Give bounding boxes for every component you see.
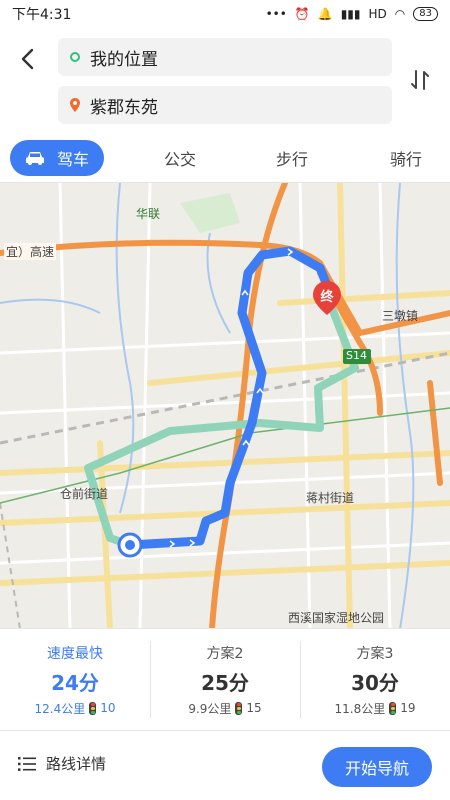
traffic-light-icon (235, 701, 243, 715)
plan-distance: 11.8公里 (334, 701, 386, 716)
origin-text: 我的位置 (90, 49, 158, 70)
plan-meta: 11.8公里 19 (334, 700, 415, 717)
plan-lights: 10 (100, 701, 116, 715)
status-icons: ••• ⏰ 🔔 ▮▮▮ HD ◠ 83 (266, 7, 438, 21)
swap-arrows-icon (411, 70, 429, 90)
signal-icon: ▮▮▮ (340, 7, 361, 21)
traffic-light-icon (389, 701, 397, 715)
alarm-icon: ⏰ (294, 7, 310, 21)
origin-field[interactable]: 我的位置 (58, 38, 392, 76)
plan-distance: 12.4公里 (34, 701, 86, 716)
plan-name: 速度最快 (47, 645, 103, 662)
plan-lights: 19 (400, 701, 416, 715)
end-marker[interactable]: 终 (313, 281, 341, 315)
destination-field[interactable]: 紫郡东苑 (58, 86, 392, 124)
wifi-icon: ◠ (394, 7, 406, 21)
list-icon (18, 756, 36, 771)
map-label-jiangcun: 蒋村街道 (306, 491, 355, 505)
bottom-bar: 路线详情 开始导航 (0, 730, 450, 800)
bell-icon: 🔔 (317, 7, 333, 21)
swap-button[interactable] (402, 62, 438, 98)
plan-distance: 9.9公里 (188, 701, 232, 716)
end-marker-label: 终 (320, 290, 334, 305)
route-details-button[interactable]: 路线详情 (18, 753, 106, 774)
plan-3[interactable]: 方案3 30分 11.8公里 19 (300, 629, 450, 730)
tab-transit[interactable]: 公交 (150, 140, 210, 176)
destination-pin-icon (70, 98, 80, 112)
map-label-hualian: 华联 (136, 207, 161, 221)
route-details-label: 路线详情 (46, 755, 107, 773)
plan-time: 25分 (201, 670, 249, 695)
plan-2[interactable]: 方案2 25分 9.9公里 15 (150, 629, 300, 730)
status-bar: 下午4:31 ••• ⏰ 🔔 ▮▮▮ HD ◠ 83 (0, 0, 450, 28)
destination-text: 紫郡东苑 (90, 97, 158, 118)
back-button[interactable] (14, 45, 42, 73)
tab-walk-label: 步行 (275, 150, 308, 169)
more-icon: ••• (265, 7, 287, 21)
map-label-highway: 宜）高速 (4, 243, 57, 260)
plan-name: 方案3 (356, 645, 394, 662)
traffic-light-icon (89, 701, 97, 715)
tab-transit-label: 公交 (163, 150, 196, 169)
tab-drive[interactable]: 驾车 (10, 140, 104, 176)
tab-bike[interactable]: 骑行 (376, 140, 436, 176)
tab-bike-label: 骑行 (389, 150, 422, 169)
map-label-xixi: 西溪国家湿地公园 (288, 611, 385, 625)
origin-dot-icon (70, 52, 80, 62)
plan-fastest[interactable]: 速度最快 24分 12.4公里 10 (0, 629, 150, 730)
tab-drive-label: 驾车 (56, 150, 89, 169)
network-label: HD (368, 7, 387, 21)
plan-meta: 9.9公里 15 (188, 700, 261, 717)
transport-tabs: 驾车 公交 步行 骑行 (0, 140, 450, 176)
map-label-s14: S14 (346, 349, 367, 362)
map-canvas (0, 183, 450, 628)
route-map[interactable]: 终 华联 宜）高速 三墩镇 S14 仓前街道 蒋村街道 西溪国家湿地公园 (0, 182, 450, 628)
plan-time: 30分 (351, 670, 399, 695)
plan-name: 方案2 (206, 645, 244, 662)
car-icon (25, 152, 44, 165)
battery-icon: 83 (413, 7, 438, 21)
map-label-sandun: 三墩镇 (382, 309, 419, 323)
map-label-cangqian: 仓前街道 (60, 487, 109, 501)
status-time: 下午4:31 (12, 7, 72, 23)
plan-meta: 12.4公里 10 (34, 700, 115, 717)
plan-time: 24分 (51, 670, 99, 695)
back-arrow-icon (21, 48, 34, 70)
plan-lights: 15 (246, 701, 262, 715)
start-navigation-button[interactable]: 开始导航 (322, 747, 432, 787)
tab-walk[interactable]: 步行 (262, 140, 322, 176)
route-plans: 速度最快 24分 12.4公里 10 方案2 25分 9.9公里 15 方案3 … (0, 628, 450, 730)
